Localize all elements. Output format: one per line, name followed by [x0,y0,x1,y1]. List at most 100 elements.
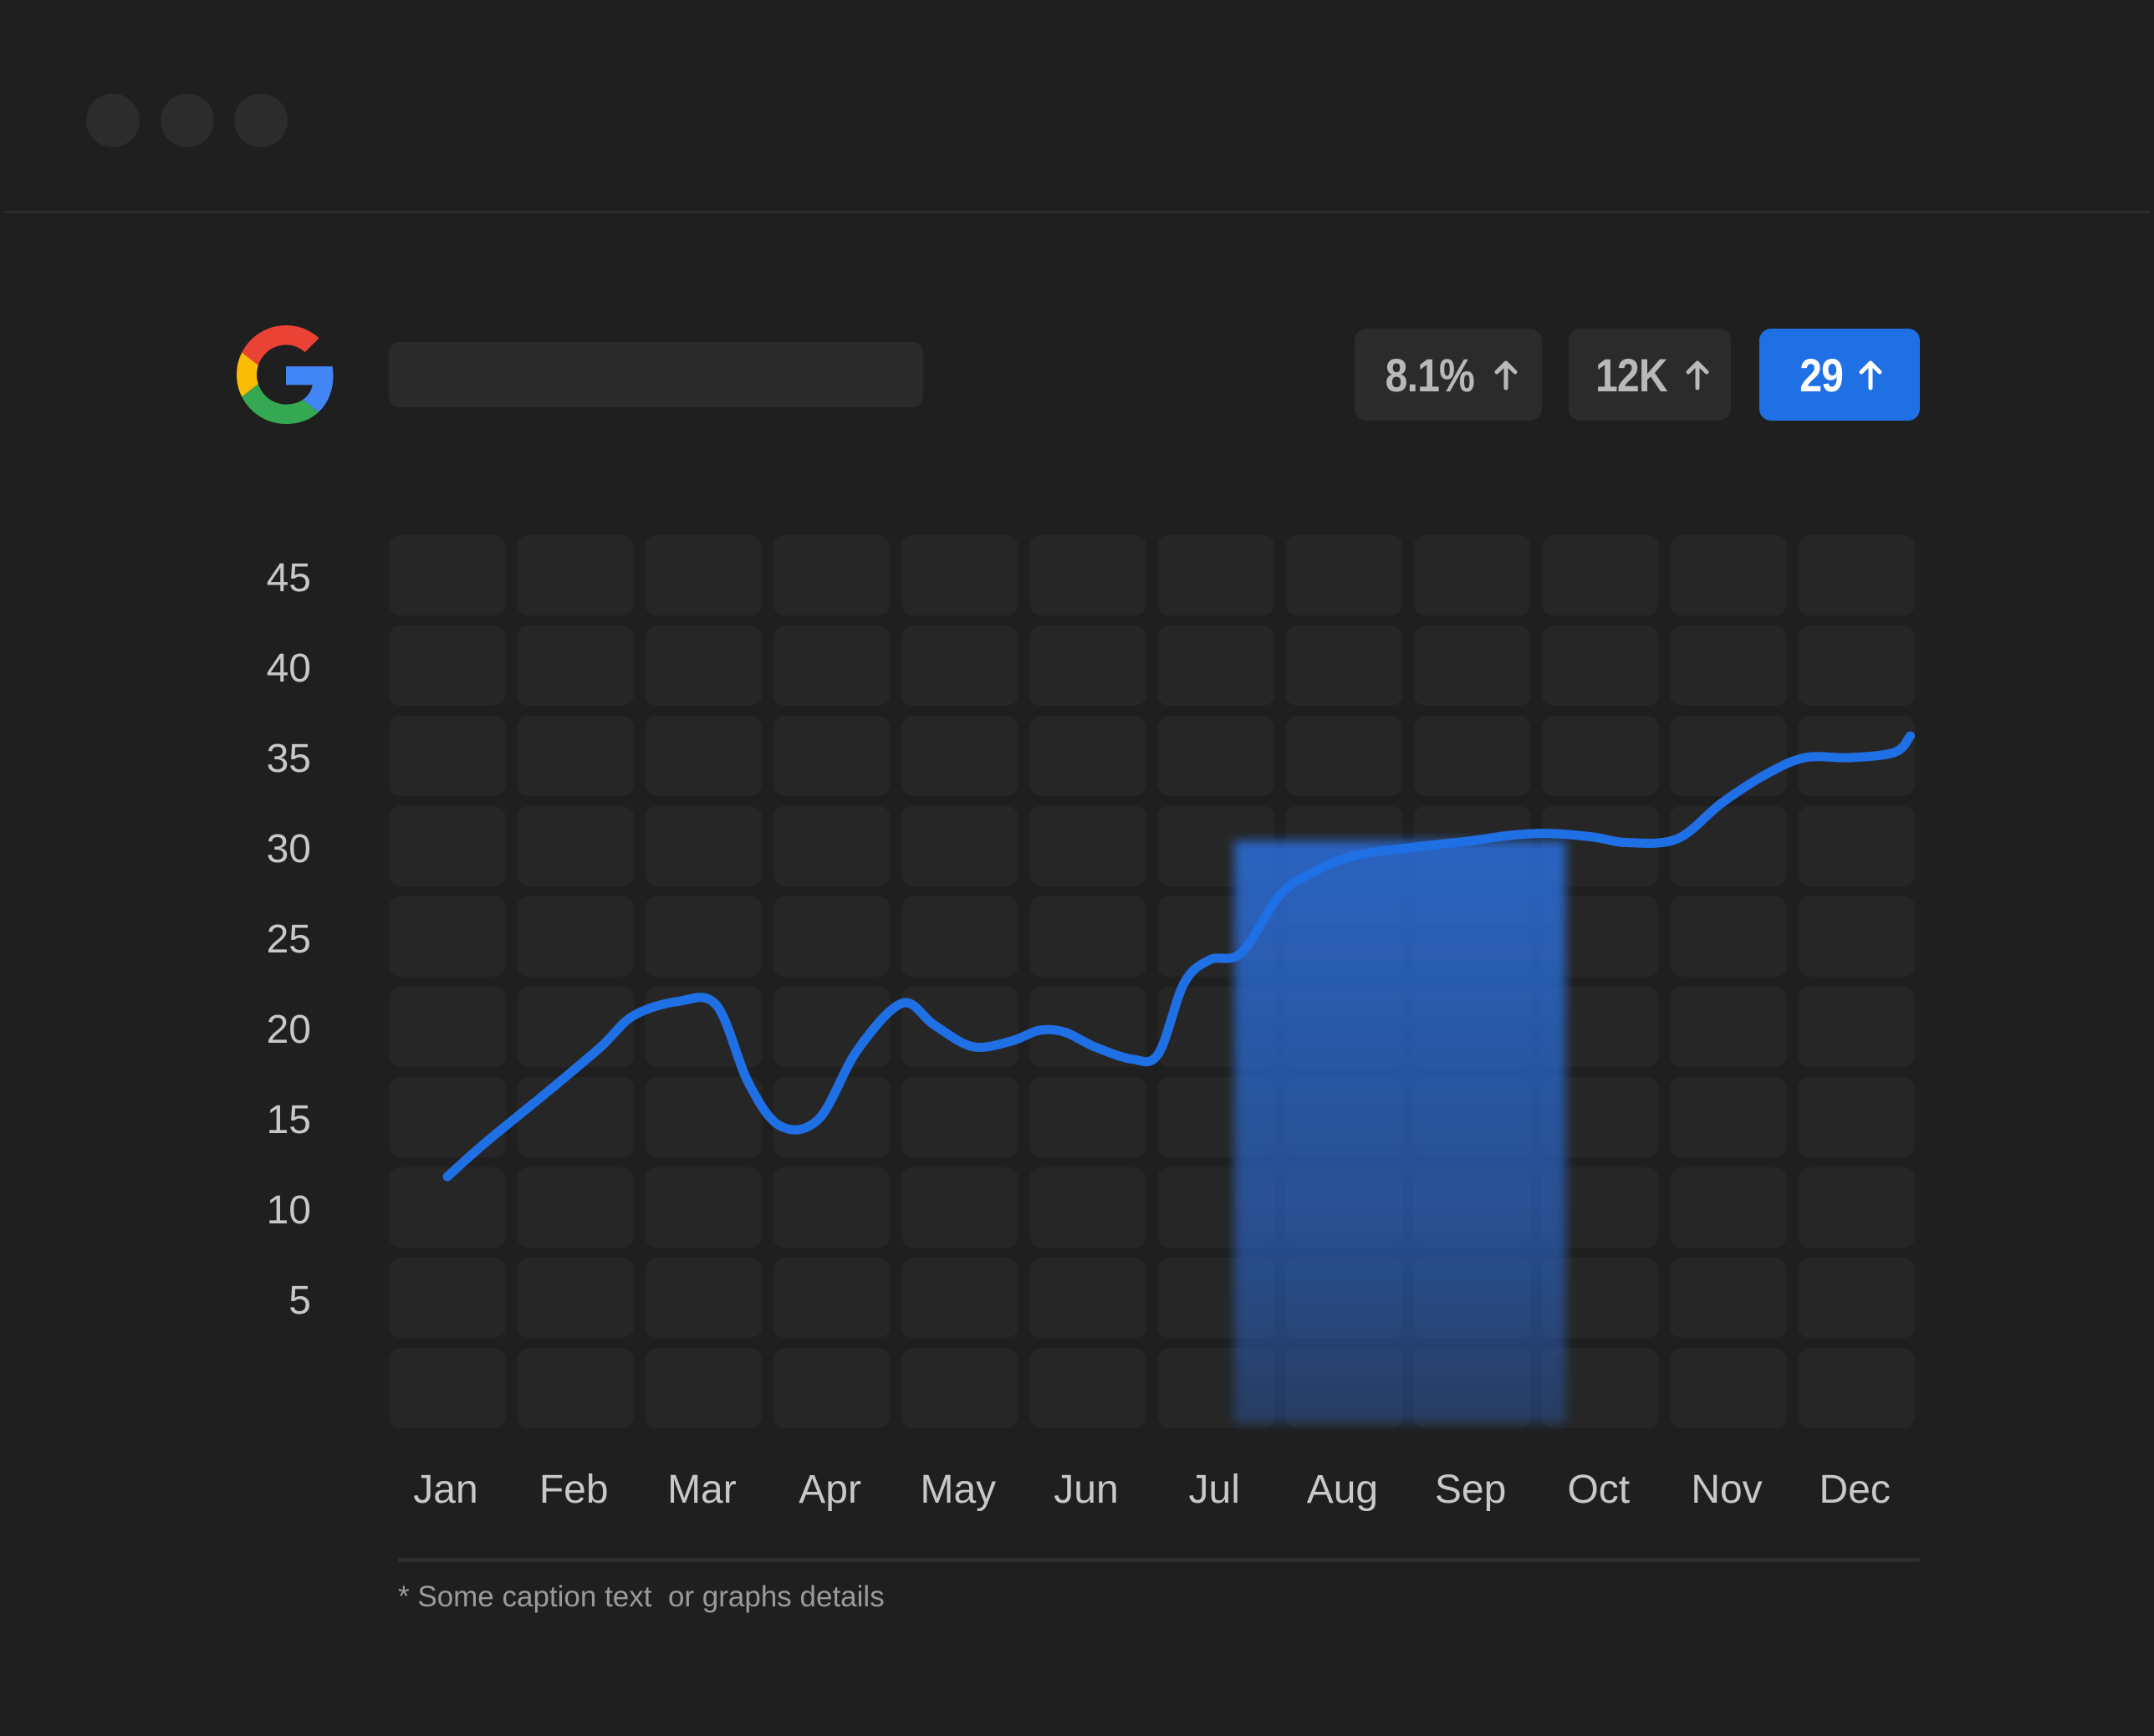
grid-cell [1029,716,1146,796]
grid-cell [1413,535,1531,615]
grid-cell [645,806,763,886]
grid-cell [773,625,891,706]
grid-cell [1798,987,1916,1067]
grid-cell [1413,625,1531,706]
grid-cell [901,806,1018,886]
x-tick-label: Dec [1820,1468,1891,1512]
grid-cell [1029,1348,1146,1428]
y-tick-label: 40 [267,646,311,691]
y-tick-label: 35 [267,737,311,781]
x-tick-label: Feb [539,1468,609,1512]
y-tick-label: 25 [267,917,311,962]
grid-cell [517,716,635,796]
grid-cell [901,987,1018,1067]
x-tick-label: Apr [799,1468,861,1512]
x-tick-label: Mar [667,1468,737,1512]
grid-cell [1670,716,1787,796]
grid-cell [901,625,1018,706]
grid-cell [389,625,506,706]
grid-cell [1670,987,1787,1067]
grid-cell [1029,1077,1146,1157]
grid-cell [1157,716,1275,796]
grid-cell [1285,625,1403,706]
grid-cell [645,1167,763,1248]
grid-cell [517,1077,635,1157]
grid-cell [1029,1167,1146,1248]
grid-cell [517,1348,635,1428]
grid-cell [389,1258,506,1338]
grid-cell [389,806,506,886]
grid-cell [1541,535,1659,615]
grid-cell [1285,716,1403,796]
grid-cell [1798,535,1916,615]
grid-cell [389,1348,506,1428]
x-tick-label: Jan [413,1468,477,1512]
grid-cell [645,535,763,615]
grid-cell [1670,1348,1787,1428]
grid-cell [1029,625,1146,706]
grid-cell [389,987,506,1067]
x-tick-label: Oct [1567,1468,1630,1512]
grid-cell [1670,1077,1787,1157]
grid-cell [901,896,1018,977]
grid-cell [1285,535,1403,615]
grid-cell [1541,716,1659,796]
grid-cell [773,535,891,615]
grid-cell [517,625,635,706]
grid-cell [1670,806,1787,886]
grid-cell [1029,806,1146,886]
grid-cell [1541,625,1659,706]
grid-cell [773,1258,891,1338]
grid-cell [517,1167,635,1248]
grid-cell [1670,625,1787,706]
grid-cell [1029,535,1146,615]
line-chart: 5 10 15 20 25 30 35 40 45 Jan Feb Mar Apr May Jun Jul A… [267,535,1916,1512]
x-tick-label: Nov [1691,1468,1762,1512]
grid-cell [1798,1348,1916,1428]
grid-cell [1670,535,1787,615]
y-tick-label: 5 [288,1279,311,1323]
grid-cell [901,1348,1018,1428]
grid-cell [645,716,763,796]
y-tick-label: 30 [267,827,311,871]
grid-cell [1670,896,1787,977]
grid-cell [645,896,763,977]
grid-cell [389,716,506,796]
y-tick-label: 15 [267,1098,311,1142]
grid-cell [517,896,635,977]
grid-cell [1670,1258,1787,1338]
grid-cell [1157,625,1275,706]
chart-caption: * Some caption text or graphs details [398,1580,885,1613]
grid-cell [1413,716,1531,796]
grid-cell [1029,896,1146,977]
grid-cell [1798,896,1916,977]
caption-divider [398,1558,1920,1562]
grid-cell [645,1348,763,1428]
highlight-band [1234,840,1566,1423]
grid-cell [1798,1077,1916,1157]
y-tick-label: 10 [267,1188,311,1233]
grid-cell [901,1258,1018,1338]
x-tick-label: May [920,1468,996,1512]
y-tick-label: 20 [267,1008,311,1052]
x-tick-label: Sep [1435,1468,1506,1512]
grid-cell [773,806,891,886]
grid-cell [517,806,635,886]
grid-cell [389,535,506,615]
grid-cell [773,1348,891,1428]
grid-cell [1670,1167,1787,1248]
grid-cell [645,1077,763,1157]
grid-cell [1798,806,1916,886]
grid-cell [901,1167,1018,1248]
grid-cell [773,716,891,796]
grid-cell [645,625,763,706]
grid-cell [1798,1258,1916,1338]
grid-cell [1798,1167,1916,1248]
grid-cell [645,1258,763,1338]
x-tick-label: Jun [1054,1468,1118,1512]
grid-cell [1029,1258,1146,1338]
grid-cell [517,1258,635,1338]
x-tick-label: Jul [1189,1468,1240,1512]
grid-cell [901,535,1018,615]
grid-cell [1798,625,1916,706]
